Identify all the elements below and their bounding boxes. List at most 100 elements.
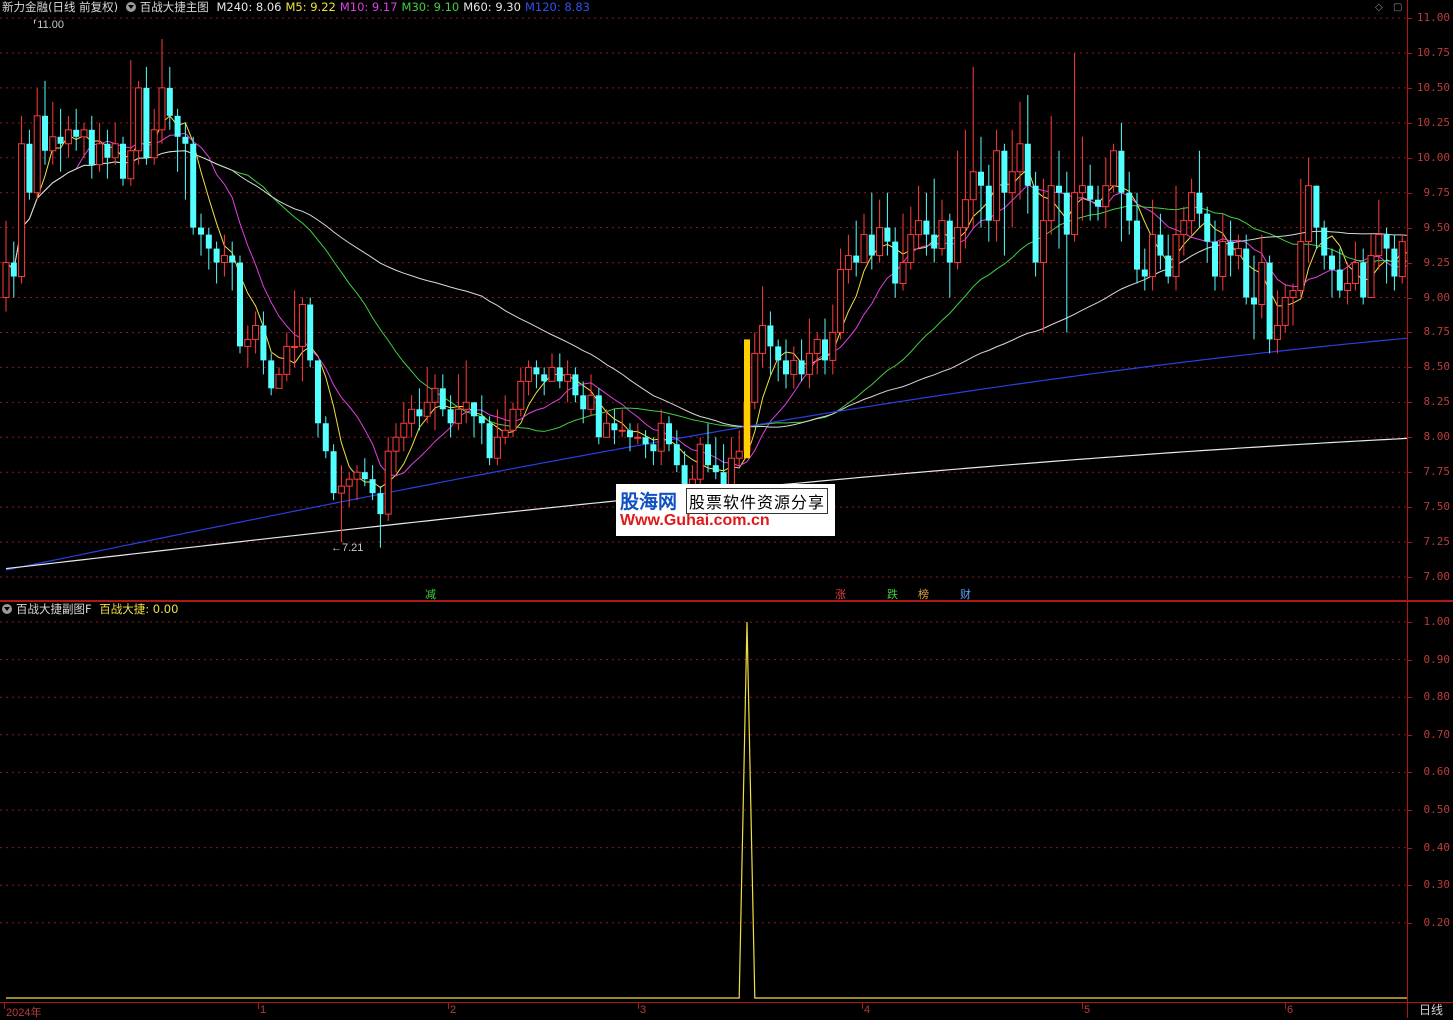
- candle-body: [454, 408, 462, 424]
- candle-body: [1227, 241, 1234, 256]
- candle-body: [1063, 192, 1070, 235]
- ma-legend-item: M30: 9.10: [401, 0, 460, 14]
- candle-body: [634, 436, 642, 439]
- candle-body: [1110, 150, 1118, 187]
- price-axis-tick: [1408, 87, 1412, 89]
- sub-axis-label: 0.50: [1423, 803, 1451, 816]
- time-axis-label: 5: [1084, 1004, 1091, 1016]
- price-axis-tick: [1408, 18, 1412, 19]
- candle-body: [829, 331, 837, 361]
- candle-body: [993, 150, 1001, 222]
- sub-axis-tick: [1408, 697, 1412, 699]
- candle-body: [1344, 283, 1352, 292]
- candle-body: [853, 255, 860, 263]
- candle-body: [1219, 241, 1227, 278]
- sub-value-axis: 1.00 0.90 0.80 0.70 0.60 0.50 0.40 0.30 0.20: [1407, 602, 1453, 1002]
- sub-indicator-name[interactable]: 百战大捷副图F: [16, 602, 92, 616]
- candle-body: [330, 451, 337, 494]
- candle-body: [915, 220, 923, 236]
- candle-body: [595, 395, 602, 438]
- ma-legend: M240: 8.06 M5: 9.22 M10: 9.17 M30: 9.10 M60:…: [216, 0, 594, 14]
- main-indicator-name[interactable]: 百战大捷主图: [140, 0, 209, 14]
- sub-axis-tick: [1408, 810, 1412, 811]
- candle-body: [104, 143, 111, 158]
- candle-body: [1266, 262, 1273, 340]
- candle-body: [666, 423, 672, 445]
- candle-body: [618, 429, 626, 432]
- candle-body: [805, 352, 813, 375]
- candle-body: [447, 409, 454, 424]
- candle-body: [49, 136, 57, 152]
- candle-body: [541, 374, 548, 382]
- price-axis-label: 8.75: [1423, 325, 1451, 339]
- ma-legend-item: M10: 9.17: [339, 0, 398, 14]
- candle-body: [18, 143, 26, 278]
- watermark-subtitle: 股票软件资源分享: [686, 488, 829, 514]
- maximize-icon[interactable]: ▢: [1393, 2, 1402, 13]
- candle-body: [96, 143, 104, 166]
- candle-body: [252, 324, 260, 340]
- price-axis-tick: [1408, 367, 1412, 369]
- candle-body: [876, 227, 884, 257]
- candle-body: [798, 360, 805, 375]
- candle-body: [1039, 220, 1047, 264]
- time-axis-tick: [862, 1003, 863, 1009]
- price-axis-tick: [1408, 437, 1412, 439]
- candle-body: [705, 444, 711, 466]
- candle-body: [1149, 234, 1157, 278]
- price-axis-tick: [1408, 507, 1412, 509]
- signal-chart[interactable]: [0, 602, 1407, 1002]
- candle-body: [229, 255, 236, 263]
- candle-body: [954, 227, 962, 264]
- restore-icon[interactable]: ◇: [1375, 2, 1383, 13]
- candle-body: [423, 401, 431, 417]
- candle-body: [26, 143, 33, 193]
- price-axis-label: 8.50: [1423, 360, 1451, 374]
- watermark-url: Www.Guhai.com.cn: [620, 512, 770, 529]
- ma10-line: [5, 132, 1407, 477]
- sub-chart-panel[interactable]: 百战大捷副图F 百战大捷: 0.00: [0, 602, 1407, 1002]
- low-price-annotation: ←7.21: [331, 542, 364, 554]
- candle-body: [298, 303, 306, 347]
- time-axis: 2024年 1 2 3 4 5 6: [0, 1002, 1407, 1019]
- sub-axis-label: 0.70: [1423, 727, 1451, 741]
- price-axis-tick: [1408, 157, 1412, 159]
- sub-indicator-value: 百战大捷: 0.00: [99, 602, 179, 616]
- candle-body: [1188, 192, 1196, 222]
- price-axis-tick: [1408, 332, 1412, 334]
- ma-legend-item: M240: 8.06: [216, 0, 282, 14]
- indicator-menu-icon[interactable]: [125, 2, 136, 12]
- sub-indicator-menu-icon[interactable]: [2, 604, 12, 614]
- candle-body: [946, 220, 953, 263]
- candle-body: [431, 387, 439, 403]
- sub-axis-tick: [1408, 622, 1412, 623]
- candle-body: [1329, 255, 1335, 270]
- candle-body: [1001, 150, 1008, 193]
- candle-body: [1032, 185, 1039, 263]
- candle-body: [190, 143, 197, 228]
- candle-body: [493, 436, 501, 459]
- candle-body: [353, 471, 361, 480]
- candle-body: [1126, 192, 1133, 221]
- period-selector[interactable]: 日线: [1407, 1002, 1453, 1018]
- candle-body: [1297, 241, 1305, 292]
- candle-body: [64, 129, 72, 145]
- candle-body: [1056, 185, 1062, 193]
- candle-body: [369, 479, 376, 494]
- candle-body: [1351, 262, 1359, 285]
- candle-body: [408, 408, 416, 424]
- time-axis-label: 2024年: [6, 1007, 42, 1019]
- main-header: 新力金融(日线 前复权) 百战大捷主图 M240: 8.06 M5: 9.22 M1…: [2, 0, 598, 15]
- candle-body: [580, 395, 587, 410]
- price-axis-label: 10.00: [1416, 150, 1450, 164]
- price-axis-tick: [1408, 192, 1412, 194]
- main-chart-panel[interactable]: 新力金融(日线 前复权) 百战大捷主图 M240: 8.06 M5: 9.22 M1…: [0, 0, 1407, 601]
- candle-body: [1289, 290, 1297, 299]
- candle-body: [384, 450, 392, 515]
- candle-body: [111, 143, 119, 159]
- price-axis-label: 7.50: [1423, 500, 1451, 514]
- candle-body: [1281, 297, 1289, 326]
- candle-body: [985, 185, 992, 221]
- candle-body: [1095, 199, 1101, 207]
- candle-body: [174, 115, 181, 137]
